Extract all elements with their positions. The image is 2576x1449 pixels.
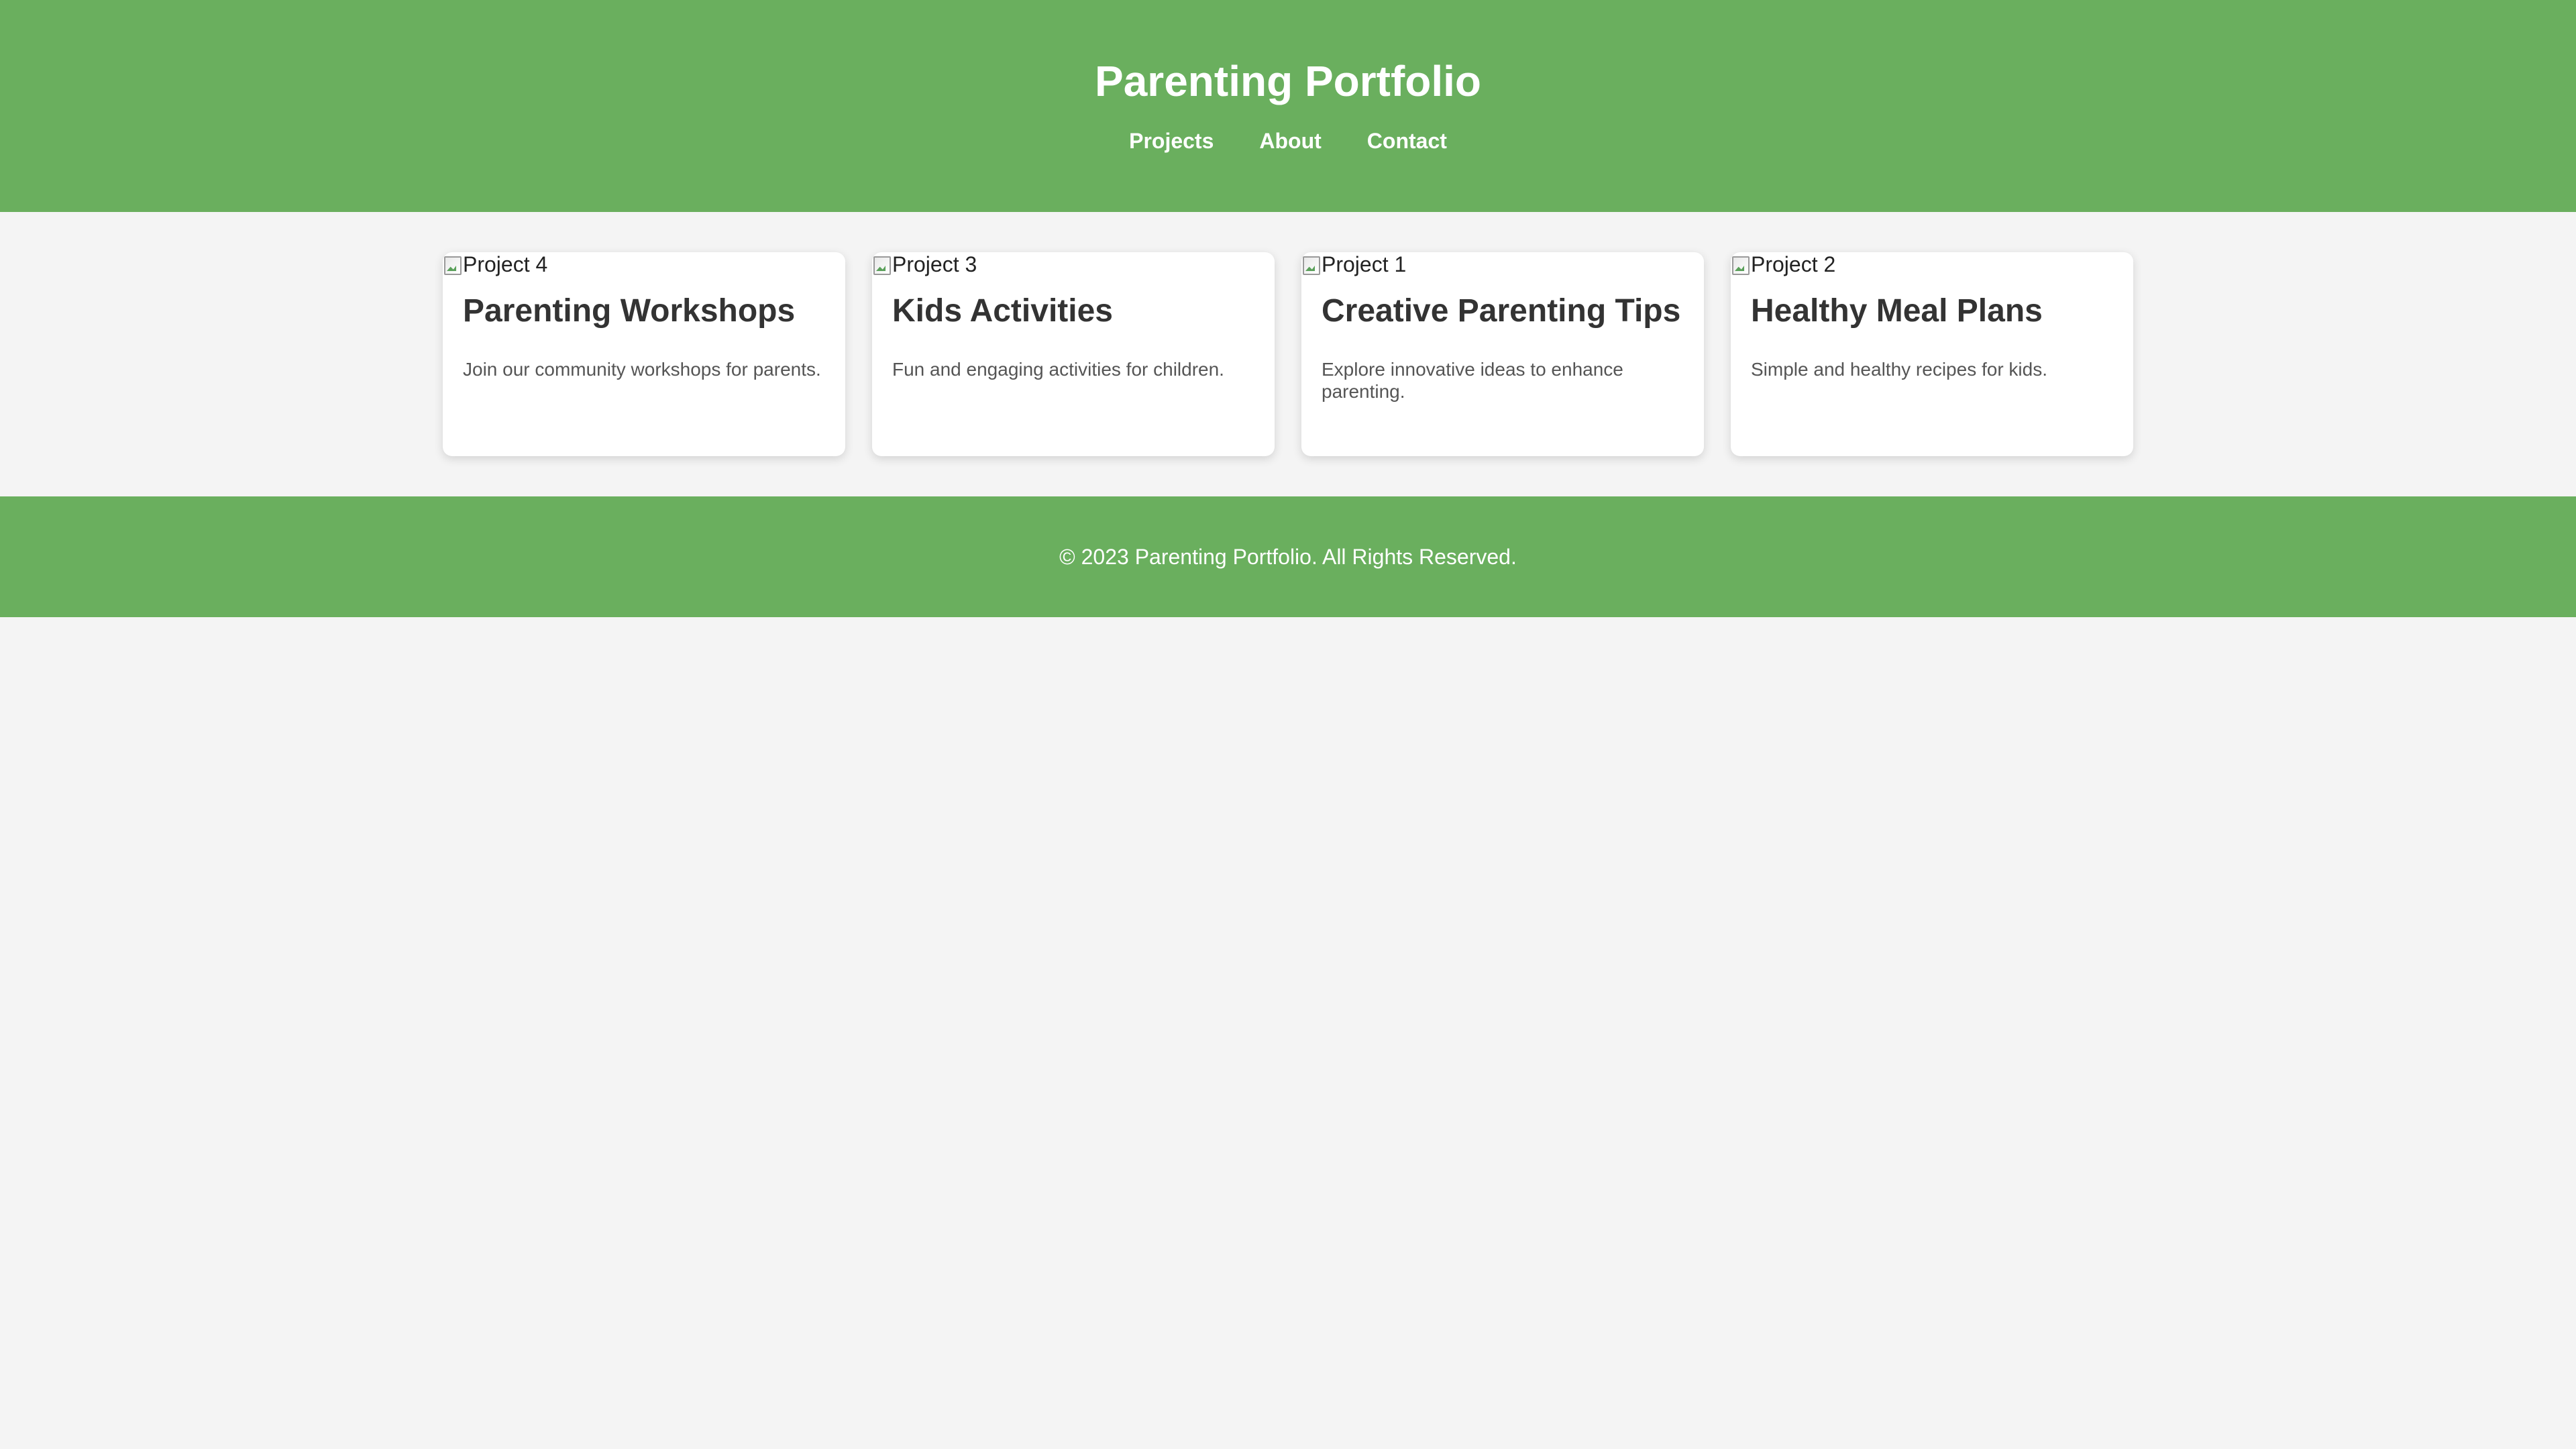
footer-copyright: © 2023 Parenting Portfolio. All Rights R… [1059, 544, 1517, 569]
broken-image-icon [1301, 254, 1322, 275]
project-image-alt: Project 3 [892, 252, 977, 276]
project-title: Kids Activities [892, 293, 1113, 329]
site-header: Parenting Portfolio Projects About Conta… [0, 0, 2576, 212]
project-grid: Project 4 Parenting Workshops Join our c… [443, 252, 2133, 456]
project-image-alt: Project 2 [1751, 252, 1836, 276]
nav-link-contact[interactable]: Contact [1367, 127, 1447, 154]
project-card[interactable]: Project 4 Parenting Workshops Join our c… [443, 252, 845, 456]
nav-link-about[interactable]: About [1259, 127, 1321, 154]
project-card-body: Creative Parenting Tips Explore innovati… [1301, 292, 1704, 402]
site-title: Parenting Portfolio [1095, 57, 1481, 105]
project-image: Project 3 [872, 252, 1275, 276]
project-image: Project 1 [1301, 252, 1704, 276]
project-image: Project 2 [1731, 252, 2133, 276]
site-footer: © 2023 Parenting Portfolio. All Rights R… [0, 496, 2576, 617]
project-card[interactable]: Project 3 Kids Activities Fun and engagi… [872, 252, 1275, 456]
project-description: Explore innovative ideas to enhance pare… [1322, 359, 1623, 402]
project-image-alt: Project 4 [463, 252, 548, 276]
project-image: Project 4 [443, 252, 845, 276]
project-title: Parenting Workshops [463, 293, 796, 329]
project-description: Join our community workshops for parents… [463, 359, 821, 380]
nav-link-projects[interactable]: Projects [1129, 127, 1214, 154]
project-card[interactable]: Project 2 Healthy Meal Plans Simple and … [1731, 252, 2133, 456]
project-card-body: Kids Activities Fun and engaging activit… [872, 292, 1275, 380]
broken-image-icon [872, 254, 892, 275]
project-title: Creative Parenting Tips [1322, 293, 1681, 329]
broken-image-icon [443, 254, 463, 275]
broken-image-icon [1731, 254, 1751, 275]
main-nav: Projects About Contact [0, 127, 2576, 154]
project-description: Fun and engaging activities for children… [892, 359, 1224, 380]
project-title: Healthy Meal Plans [1751, 293, 2043, 329]
project-card-body: Parenting Workshops Join our community w… [443, 292, 845, 380]
project-image-alt: Project 1 [1322, 252, 1407, 276]
project-card-body: Healthy Meal Plans Simple and healthy re… [1731, 292, 2133, 380]
project-description: Simple and healthy recipes for kids. [1751, 359, 2047, 380]
project-card[interactable]: Project 1 Creative Parenting Tips Explor… [1301, 252, 1704, 456]
